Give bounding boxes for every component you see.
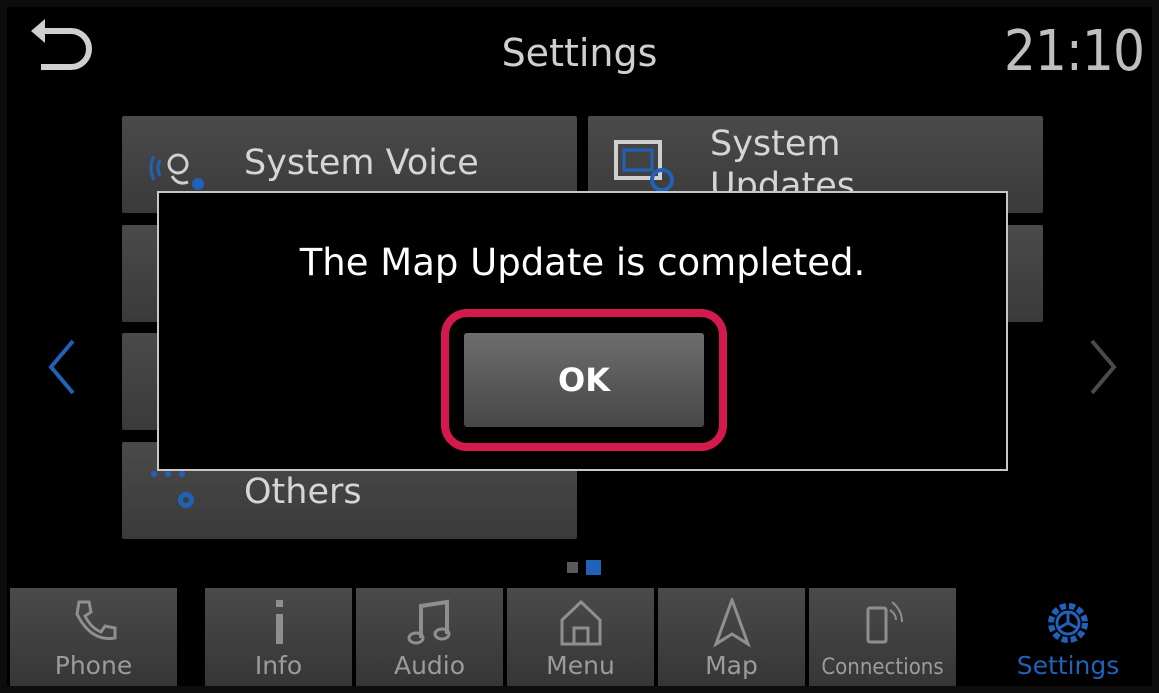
- nav-label: Phone: [54, 651, 133, 680]
- nav-label: Map: [705, 651, 758, 680]
- nav-label: Connections: [821, 655, 944, 680]
- tile-label-line1: System: [710, 124, 841, 164]
- system-voice-icon: [149, 153, 204, 190]
- phone-icon: [74, 600, 116, 640]
- page-dot: [567, 562, 578, 573]
- nav-menu[interactable]: Menu: [507, 588, 654, 686]
- tile-label: System Voice: [244, 143, 479, 183]
- gear-icon: [1048, 603, 1088, 643]
- nav-settings[interactable]: Settings: [987, 588, 1149, 686]
- info-icon: [275, 600, 283, 644]
- nav-audio[interactable]: Audio: [356, 588, 503, 686]
- phone-connection-icon: [866, 601, 903, 644]
- tile-label: Others: [244, 472, 362, 512]
- nav-label: Settings: [1016, 651, 1120, 680]
- chevron-right-icon[interactable]: [1086, 337, 1120, 397]
- others-icon: [151, 471, 194, 508]
- chevron-left-icon[interactable]: [45, 337, 79, 397]
- nav-phone[interactable]: Phone: [10, 588, 177, 686]
- nav-connections[interactable]: Connections: [809, 588, 956, 686]
- settings-screen: Settings 21:10 System Voice System Updat…: [7, 7, 1152, 686]
- nav-label: Menu: [546, 651, 615, 680]
- page-title: Settings: [501, 31, 658, 75]
- music-note-icon: [407, 599, 450, 645]
- navigation-arrow-icon: [712, 598, 751, 648]
- nav-map[interactable]: Map: [658, 588, 805, 686]
- home-icon: [560, 599, 601, 646]
- nav-label: Info: [254, 651, 303, 680]
- ok-button[interactable]: OK: [464, 333, 704, 427]
- page-indicator: [567, 557, 609, 576]
- system-updates-icon: [614, 140, 674, 192]
- clock: 21:10: [1003, 19, 1145, 84]
- page-dot-active: [586, 560, 601, 575]
- nav-label: Audio: [393, 651, 466, 680]
- dialog-message: The Map Update is completed.: [299, 241, 866, 284]
- nav-info[interactable]: Info: [205, 588, 352, 686]
- alert-dialog: The Map Update is completed. OK: [157, 191, 1008, 471]
